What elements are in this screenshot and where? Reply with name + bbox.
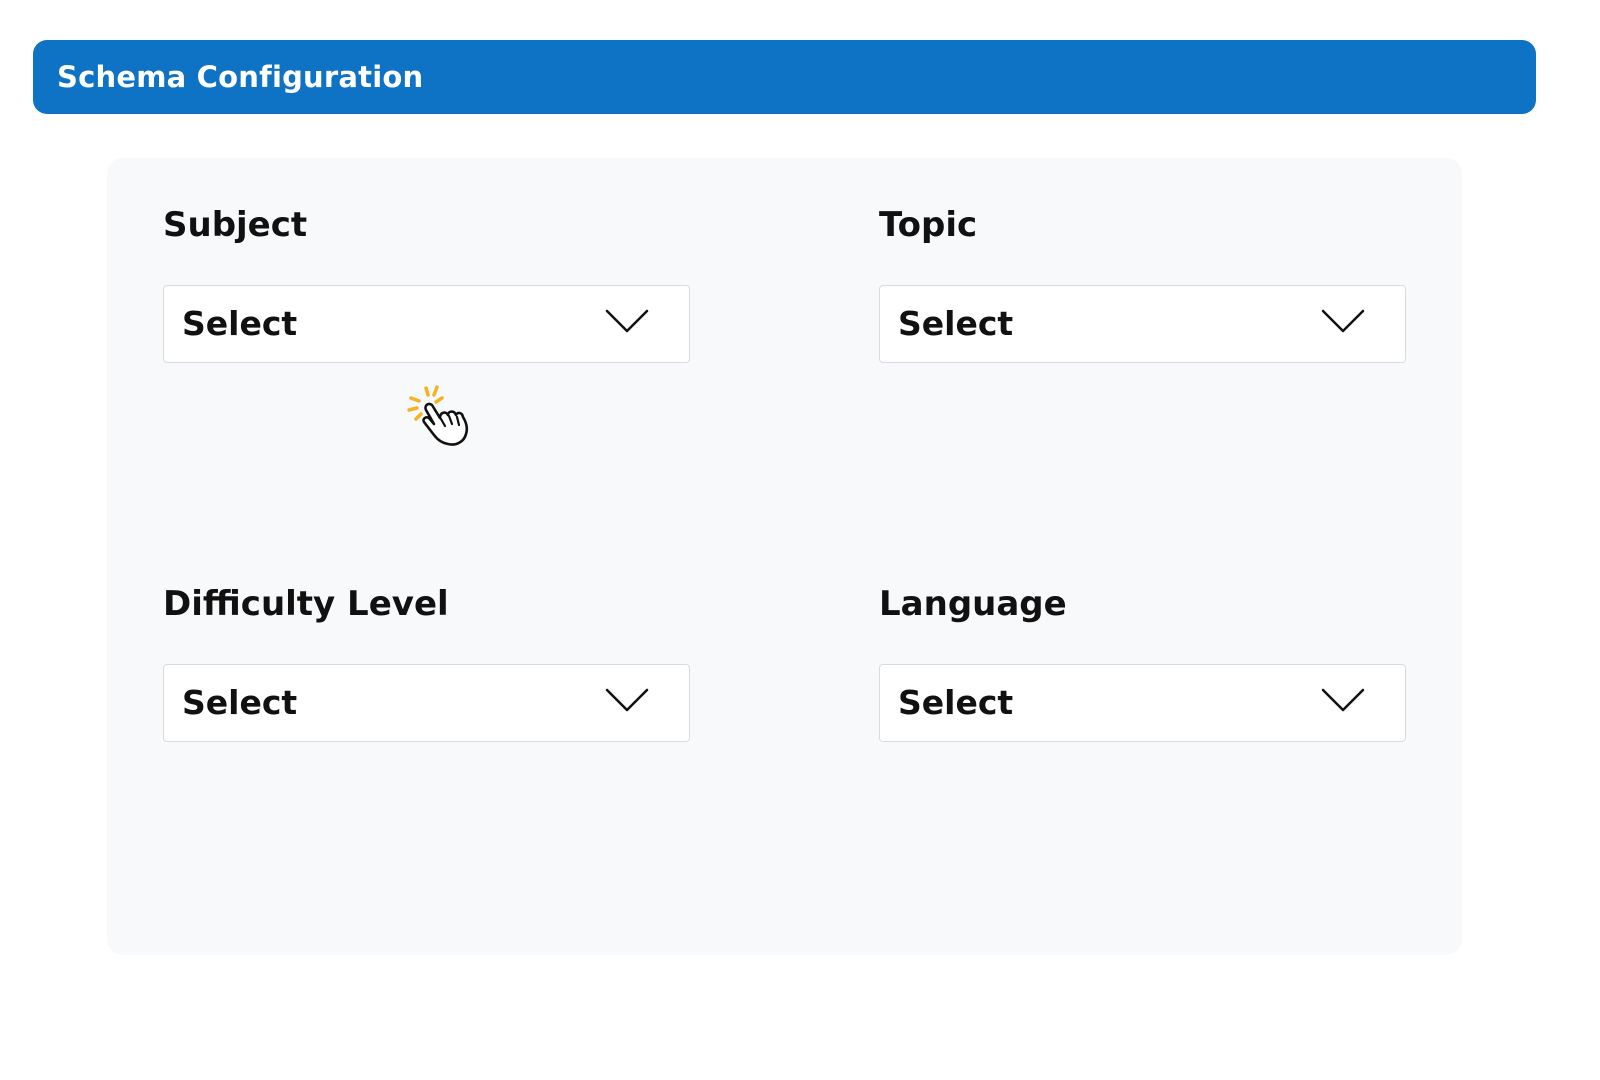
page-title: Schema Configuration [57, 60, 424, 94]
topic-label: Topic [879, 205, 978, 245]
language-select[interactable]: Select [879, 664, 1406, 742]
language-select-value: Select [898, 683, 1014, 722]
chevron-down-icon [605, 688, 649, 712]
page-header-bar: Schema Configuration [33, 40, 1536, 114]
difficulty-level-select[interactable]: Select [163, 664, 690, 742]
hand-pointer-click-icon [407, 385, 469, 446]
chevron-down-icon [1321, 309, 1365, 333]
language-label: Language [879, 584, 1067, 624]
subject-select[interactable]: Select [163, 285, 690, 363]
difficulty-level-select-value: Select [182, 683, 298, 722]
schema-config-panel [107, 158, 1462, 955]
subject-select-value: Select [182, 304, 298, 343]
chevron-down-icon [1321, 688, 1365, 712]
subject-label: Subject [163, 205, 308, 245]
topic-select-value: Select [898, 304, 1014, 343]
difficulty-level-label: Difficulty Level [163, 584, 449, 624]
topic-select[interactable]: Select [879, 285, 1406, 363]
chevron-down-icon [605, 309, 649, 333]
